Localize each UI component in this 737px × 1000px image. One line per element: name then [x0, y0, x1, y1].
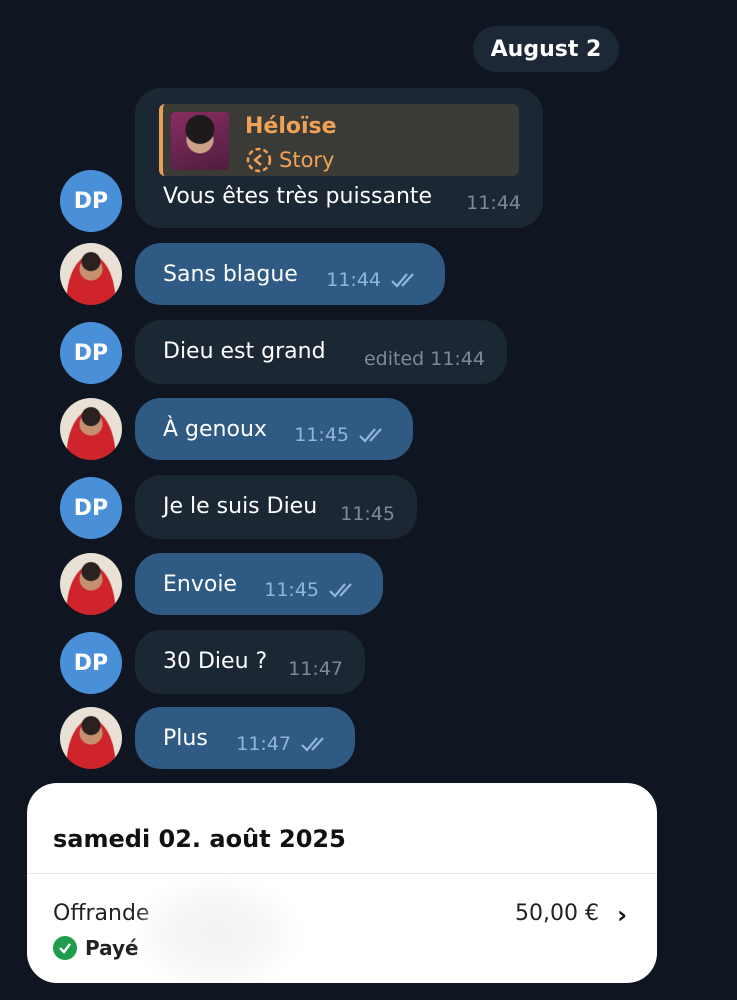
- message-text: Envoie: [163, 572, 237, 597]
- chevron-right-icon[interactable]: ›: [617, 901, 627, 929]
- story-label: Story: [279, 148, 335, 172]
- message-time: 11:44: [326, 269, 423, 291]
- message-time: edited 11:44: [363, 348, 485, 370]
- avatar-user[interactable]: [60, 553, 122, 615]
- story-thumbnail: [171, 112, 229, 170]
- story-reply-preview[interactable]: Héloïse Story: [159, 104, 519, 176]
- date-separator: August 2: [473, 26, 619, 72]
- avatar-user[interactable]: [60, 707, 122, 769]
- message-bubble[interactable]: À genoux 11:45: [135, 398, 413, 460]
- message-text: À genoux: [163, 417, 267, 442]
- message-bubble[interactable]: Héloïse Story Vous êtes très puissante 1…: [135, 88, 543, 228]
- reply-story-label: Story: [245, 146, 334, 174]
- reply-author: Héloïse: [245, 114, 337, 139]
- avatar-dp[interactable]: DP: [60, 477, 122, 539]
- divider: [27, 873, 657, 874]
- payment-card: samedi 02. août 2025 Offrande 50,00 € › …: [27, 783, 657, 983]
- status-text: Payé: [85, 936, 139, 960]
- transaction-amount: 50,00 €: [515, 901, 599, 926]
- message-text: 30 Dieu ?: [163, 649, 268, 674]
- message-bubble[interactable]: 30 Dieu ? 11:47: [135, 630, 365, 694]
- message-time: 11:45: [294, 424, 391, 446]
- avatar-dp[interactable]: DP: [60, 632, 122, 694]
- avatar-dp[interactable]: DP: [60, 322, 122, 384]
- avatar-dp[interactable]: DP: [60, 170, 122, 232]
- message-time: 11:47: [288, 658, 343, 680]
- redaction-blur: [137, 878, 297, 983]
- message-time: 11:47: [236, 733, 333, 755]
- message-time: 11:44: [466, 192, 521, 214]
- double-check-icon: [301, 737, 324, 752]
- avatar-user[interactable]: [60, 243, 122, 305]
- story-icon: [246, 147, 272, 173]
- check-circle-icon: [53, 936, 77, 960]
- payment-status: Payé: [53, 936, 139, 960]
- message-text: Je le suis Dieu: [163, 494, 318, 519]
- message-bubble[interactable]: Je le suis Dieu 11:45: [135, 475, 417, 539]
- transaction-label: Offrande: [53, 901, 150, 926]
- payment-date: samedi 02. août 2025: [53, 825, 346, 853]
- message-text: Plus: [163, 726, 208, 751]
- message-bubble[interactable]: Sans blague 11:44: [135, 243, 445, 305]
- double-check-icon: [359, 428, 382, 443]
- message-text: Dieu est grand: [163, 339, 326, 364]
- message-bubble[interactable]: Envoie 11:45: [135, 553, 383, 615]
- message-bubble[interactable]: Dieu est grand edited 11:44: [135, 320, 507, 384]
- double-check-icon: [329, 583, 352, 598]
- message-text: Sans blague: [163, 262, 298, 287]
- message-text: Vous êtes très puissante: [163, 184, 433, 209]
- message-time: 11:45: [340, 503, 395, 525]
- message-bubble[interactable]: Plus 11:47: [135, 707, 355, 769]
- message-time: 11:45: [264, 579, 361, 601]
- double-check-icon: [391, 273, 414, 288]
- avatar-user[interactable]: [60, 398, 122, 460]
